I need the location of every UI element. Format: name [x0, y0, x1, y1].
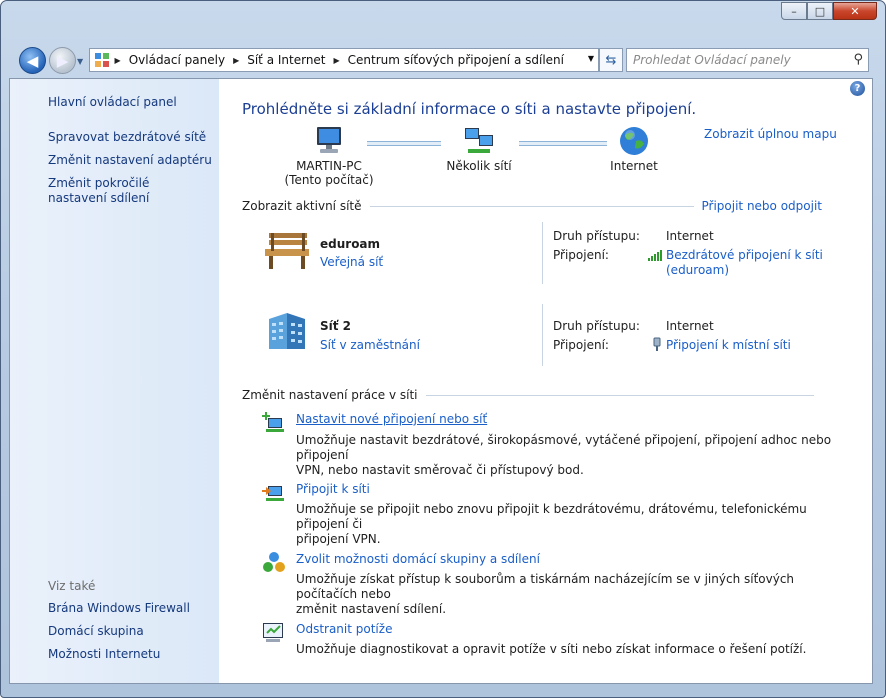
sidebar-link-homegroup[interactable]: Domácí skupina [48, 624, 144, 639]
window-controls: – □ ✕ [781, 2, 877, 20]
maximize-button[interactable]: □ [807, 2, 833, 20]
arrow-left-icon: ◀ [26, 51, 39, 70]
forward-button[interactable]: ▶ [49, 47, 76, 74]
search-icon[interactable]: ⚲ [853, 52, 863, 67]
back-button[interactable]: ◀ [19, 47, 46, 74]
settings-title: Změnit nastavení práce v síti [242, 388, 418, 402]
map-node-computer[interactable]: MARTIN-PC (Tento počítač) [274, 125, 384, 187]
access-type-label: Druh přístupu: [553, 229, 640, 243]
search-input[interactable]: Prohledat Ovládací panely ⚲ [626, 48, 869, 72]
task-description-line: Umožňuje nastavit bezdrátové, širokopásm… [296, 433, 832, 462]
page-title: Prohlédněte si základní informace o síti… [242, 100, 697, 118]
column-divider [542, 304, 543, 366]
public-network-bench-icon [265, 233, 309, 269]
breadcrumb-network-center[interactable]: Centrum síťových připojení a sdílení [342, 53, 570, 67]
task-description-line: Umožňuje se připojit nebo znovu připojit… [296, 502, 807, 531]
breadcrumb-network-internet[interactable]: Síť a Internet [241, 53, 331, 67]
computer-name: MARTIN-PC [296, 159, 362, 173]
work-network-building-icon [269, 313, 305, 349]
see-also-title: Viz také [48, 579, 96, 593]
homegroup-icon [263, 552, 285, 572]
task-description: Umožňuje se připojit nebo znovu připojit… [296, 502, 836, 547]
troubleshoot-icon [263, 623, 283, 642]
sidebar-link-home[interactable]: Hlavní ovládací panel [48, 95, 177, 110]
breadcrumb-separator-icon[interactable]: ▶ [231, 56, 241, 65]
task-connect-link[interactable]: Připojit k síti [296, 482, 370, 496]
map-node-networks[interactable]: Několik sítí [424, 125, 534, 173]
task-description: Umožňuje nastavit bezdrátové, širokopásm… [296, 433, 836, 478]
task-troubleshoot-link[interactable]: Odstranit potíže [296, 622, 392, 636]
network-type-link[interactable]: Veřejná síť [320, 255, 383, 269]
network-name: Síť 2 [320, 319, 352, 333]
breadcrumb-separator-icon[interactable]: ▶ [332, 56, 342, 65]
address-bar[interactable]: ▶ Ovládací panely ▶ Síť a Internet ▶ Cen… [89, 48, 599, 72]
wireless-connection-link[interactable]: Bezdrátové připojení k síti (eduroam) [666, 248, 823, 278]
computer-icon [317, 127, 341, 153]
close-button[interactable]: ✕ [833, 2, 877, 20]
ethernet-plug-icon [653, 337, 661, 351]
column-divider [542, 222, 543, 284]
full-map-link[interactable]: Zobrazit úplnou mapu [704, 127, 837, 141]
section-divider [425, 394, 814, 396]
breadcrumb-control-panel[interactable]: Ovládací panely [123, 53, 231, 67]
content-area: Hlavní ovládací panel Spravovat bezdráto… [9, 78, 873, 684]
sidebar-link-adapter[interactable]: Změnit nastavení adaptéru [48, 153, 212, 168]
computer-subtitle: (Tento počítač) [284, 173, 374, 187]
multiple-networks-icon [465, 128, 493, 153]
address-dropdown-icon[interactable]: ▼ [588, 54, 594, 63]
networks-label: Několik sítí [446, 159, 512, 173]
navigation-bar: ◀ ▶ ▼ ▶ Ovládací panely ▶ Síť a Internet… [9, 45, 877, 75]
breadcrumb-separator-icon[interactable]: ▶ [110, 56, 123, 65]
connection-label: Připojení: [553, 338, 609, 352]
sidebar-link-internet-options[interactable]: Možnosti Internetu [48, 647, 160, 662]
connect-disconnect-link[interactable]: Připojit nebo odpojit [702, 199, 823, 213]
globe-icon [620, 127, 648, 155]
task-new-connection-link[interactable]: Nastavit nové připojení nebo síť [296, 412, 487, 426]
map-node-internet[interactable]: Internet [579, 125, 689, 173]
sidebar: Hlavní ovládací panel Spravovat bezdráto… [10, 79, 219, 683]
wifi-signal-icon [648, 250, 662, 261]
sidebar-link-advanced-sharing[interactable]: Změnit pokročilé nastavení sdílení [48, 176, 208, 206]
access-type-label: Druh přístupu: [553, 319, 640, 333]
access-type-value: Internet [666, 319, 714, 333]
lan-connection-link[interactable]: Připojení k místní síti [666, 338, 791, 352]
connection-line: (eduroam) [666, 263, 730, 277]
network-type-link[interactable]: Síť v zaměstnání [320, 338, 420, 352]
connect-network-icon [262, 486, 284, 501]
active-networks-header: Zobrazit aktivní sítě Připojit nebo odpo… [242, 199, 822, 213]
search-placeholder: Prohledat Ovládací panely [633, 53, 791, 67]
connection-line: Bezdrátové připojení k síti [666, 248, 823, 262]
minimize-button[interactable]: – [781, 2, 807, 20]
main-pane: Prohlédněte si základní informace o síti… [219, 79, 872, 683]
recent-pages-dropdown[interactable]: ▼ [77, 57, 83, 66]
refresh-icon: ⇆ [605, 52, 617, 68]
task-description-line: připojení VPN. [296, 532, 381, 546]
task-description-line: změnit nastavení sdílení. [296, 602, 447, 616]
sidebar-link-wireless[interactable]: Spravovat bezdrátové sítě [48, 130, 206, 145]
arrow-right-icon: ▶ [56, 51, 69, 70]
task-description: Umožňuje diagnostikovat a opravit potíže… [296, 642, 836, 657]
access-type-value: Internet [666, 229, 714, 243]
window-frame: – □ ✕ ◀ ▶ ▼ ▶ Ovládací panely ▶ Síť a In… [0, 0, 886, 698]
section-divider [369, 205, 694, 207]
task-description-line: Umožňuje diagnostikovat a opravit potíže… [296, 642, 807, 656]
settings-header: Změnit nastavení práce v síti [242, 388, 822, 402]
control-panel-icon [94, 52, 110, 68]
active-networks-title: Zobrazit aktivní sítě [242, 199, 362, 213]
task-description-line: Umožňuje získat přístup k souborům a tis… [296, 572, 795, 601]
sidebar-link-firewall[interactable]: Brána Windows Firewall [48, 601, 190, 616]
task-description-line: VPN, nebo nastavit směrovač či přístupov… [296, 463, 584, 477]
task-homegroup-link[interactable]: Zvolit možnosti domácí skupiny a sdílení [296, 552, 540, 566]
network-name: eduroam [320, 237, 381, 251]
refresh-button[interactable]: ⇆ [599, 48, 623, 72]
connection-label: Připojení: [553, 248, 609, 262]
task-description: Umožňuje získat přístup k souborům a tis… [296, 572, 836, 617]
internet-label: Internet [610, 159, 658, 173]
new-connection-icon [262, 412, 284, 432]
